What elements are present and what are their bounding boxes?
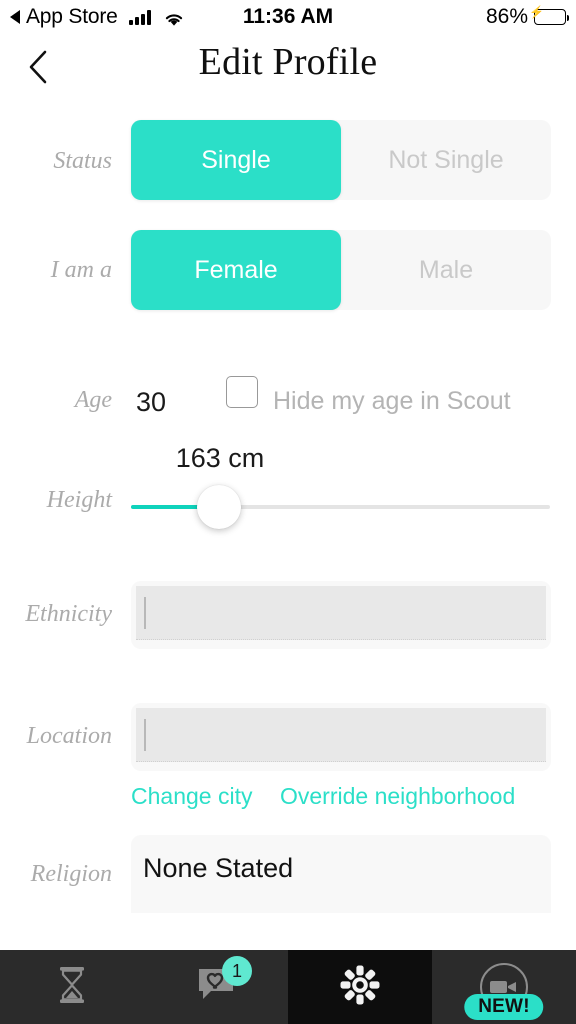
height-row: 163 cm Height (0, 425, 576, 565)
location-row: Location Change city Override neighborho… (0, 687, 576, 835)
change-city-link[interactable]: Change city (131, 783, 252, 810)
age-value[interactable]: 30 (136, 387, 166, 418)
tab-messages[interactable]: 1 (144, 950, 288, 1024)
religion-value: None Stated (143, 853, 294, 883)
navigation-bar: Edit Profile (0, 34, 576, 100)
status-option-single[interactable]: Single (131, 120, 341, 200)
gear-icon (339, 964, 381, 1011)
tab-hourglass[interactable] (0, 950, 144, 1024)
height-slider[interactable] (131, 484, 550, 530)
gender-label: I am a (50, 257, 112, 283)
ethnicity-label: Ethnicity (25, 601, 112, 627)
age-row: Age 30 Hide my age in Scout (0, 337, 576, 425)
status-segmented-control[interactable]: Single Not Single (131, 120, 551, 200)
status-option-not-single[interactable]: Not Single (341, 120, 551, 200)
battery-charging-icon: ⚡ (529, 6, 569, 25)
app-screen: App Store 11:36 AM 86% ⚡ Edit Profile St… (0, 0, 576, 1024)
messages-badge: 1 (222, 956, 252, 986)
religion-field[interactable]: None Stated (131, 835, 551, 913)
text-cursor-icon (144, 597, 146, 629)
hourglass-icon (55, 965, 89, 1010)
override-neighborhood-link[interactable]: Override neighborhood (280, 783, 515, 810)
status-bar: App Store 11:36 AM 86% ⚡ (0, 0, 576, 34)
location-label: Location (26, 723, 112, 749)
slider-thumb[interactable] (196, 485, 241, 529)
gender-row: I am a Female Male (0, 212, 576, 337)
gender-segmented-control[interactable]: Female Male (131, 230, 551, 310)
tab-settings[interactable] (288, 950, 432, 1024)
religion-row: Religion None Stated (0, 835, 576, 921)
hide-age-label[interactable]: Hide my age in Scout (273, 387, 511, 416)
video-new-badge: NEW! (464, 994, 544, 1020)
ethnicity-input-field[interactable] (136, 586, 546, 640)
gender-option-female[interactable]: Female (131, 230, 341, 310)
text-cursor-icon (144, 719, 146, 751)
tab-bar: 1 NEW! (0, 950, 576, 1024)
status-label: Status (53, 148, 112, 174)
religion-label: Religion (30, 861, 112, 887)
ethnicity-row: Ethnicity (0, 565, 576, 687)
gender-option-male[interactable]: Male (341, 230, 551, 310)
tab-video[interactable]: NEW! (432, 950, 576, 1024)
page-title: Edit Profile (198, 41, 378, 83)
status-bar-clock: 11:36 AM (242, 5, 334, 28)
height-label: Height (46, 487, 112, 513)
checkbox-unchecked-icon[interactable] (226, 376, 258, 408)
location-input-field[interactable] (136, 708, 546, 762)
ethnicity-input[interactable] (131, 581, 551, 649)
edit-profile-form: Status Single Not Single I am a Female M… (0, 100, 576, 921)
height-value: 163 cm (175, 443, 265, 473)
status-row: Status Single Not Single (0, 100, 576, 212)
location-input[interactable] (131, 703, 551, 771)
